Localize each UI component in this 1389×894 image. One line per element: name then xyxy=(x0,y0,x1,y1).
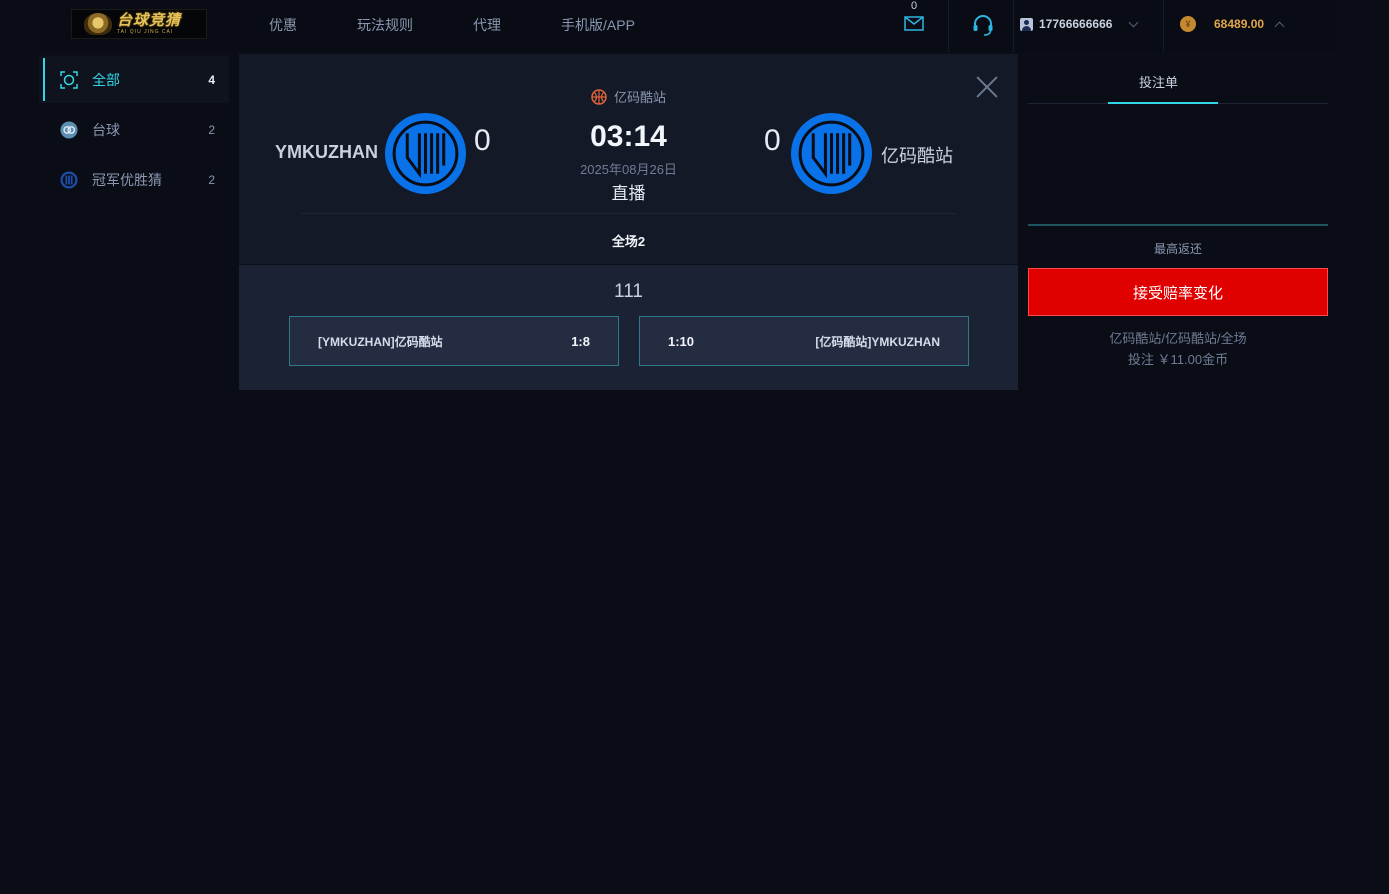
max-return-label: 最高返还 xyxy=(1153,242,1202,256)
market-title: 111 xyxy=(614,281,643,302)
sidebar-item-count: 4 xyxy=(208,72,215,87)
champion-icon xyxy=(60,170,78,189)
divider xyxy=(301,213,956,214)
sidebar-item-all[interactable]: 全部 4 xyxy=(39,56,229,103)
username: 17766666666 xyxy=(1039,17,1113,31)
away-team-name: 亿码酷站 xyxy=(881,146,953,166)
sidebar-item-count: 2 xyxy=(208,122,215,137)
billiards-icon xyxy=(60,120,78,139)
odds-option-value: 1:8 xyxy=(571,333,590,349)
bet-slip: 投注单 最高返还 接受赔率变化 亿码酷站/亿码酷站/全场 投注 ￥11.00金币 xyxy=(1028,56,1328,370)
user-menu[interactable]: 17766666666 xyxy=(1020,0,1139,48)
tab-label: 投注单 xyxy=(1139,75,1179,90)
odds-option-away[interactable]: 1:10 [亿码酷站]YMKUZHAN xyxy=(639,316,969,366)
bet-selection: 亿码酷站/亿码酷站/全场 xyxy=(1109,331,1247,346)
sidebar-item-label: 台球 xyxy=(92,121,120,138)
logo-subtitle: TAI QIU JING CAI xyxy=(117,29,174,35)
bet-summary: 亿码酷站/亿码酷站/全场 投注 ￥11.00金币 xyxy=(1028,328,1328,370)
mail-count: 0 xyxy=(910,0,918,12)
sidebar-item-label: 冠军优胜猜 xyxy=(92,171,162,188)
header-divider xyxy=(1013,0,1014,52)
header-divider xyxy=(948,0,949,52)
user-icon xyxy=(1020,17,1033,31)
nav-mobile-app[interactable]: 手机版/APP xyxy=(561,0,635,50)
headset-icon xyxy=(973,15,993,36)
bet-slip-body xyxy=(1028,104,1328,226)
league-header: 亿码酷站 xyxy=(239,87,1018,106)
sidebar-item-label: 全部 xyxy=(92,71,120,88)
odds-option-home[interactable]: [YMKUZHAN]亿码酷站 1:8 xyxy=(289,316,619,366)
sidebar-item-billiards[interactable]: 台球 2 xyxy=(39,106,229,153)
logo-emblem-icon xyxy=(84,13,112,35)
match-detail-panel: 亿码酷站 YMKUZHAN 0 03:14 2025年08月26日 直播 0 亿… xyxy=(239,54,1018,390)
away-score: 0 xyxy=(764,124,781,157)
basketball-icon xyxy=(591,88,607,105)
away-team-logo-icon xyxy=(791,113,872,194)
period-tab[interactable]: 全场2 xyxy=(239,231,1018,250)
chevron-down-icon xyxy=(1128,17,1139,27)
balance-amount: 68489.00 xyxy=(1214,17,1265,31)
all-icon xyxy=(60,70,78,89)
coin-icon: ¥ xyxy=(1180,16,1196,32)
odds-market: 111 [YMKUZHAN]亿码酷站 1:8 1:10 [亿码酷站]YMKUZH… xyxy=(239,264,1018,390)
nav-rules[interactable]: 玩法规则 xyxy=(357,0,413,50)
tab-bet-slip[interactable]: 投注单 xyxy=(1028,56,1328,104)
sidebar-item-count: 2 xyxy=(208,172,215,187)
category-sidebar: 全部 4 台球 2 冠军优胜猜 2 xyxy=(39,56,229,206)
odds-option-label: [亿码酷站]YMKUZHAN xyxy=(815,334,940,349)
chevron-up-icon xyxy=(1274,21,1285,31)
live-status: 直播 xyxy=(611,184,646,203)
mail-icon xyxy=(904,16,924,31)
nav-promotions[interactable]: 优惠 xyxy=(269,0,297,50)
top-header: 台球竞猜 TAI QIU JING CAI 优惠 玩法规则 代理 手机版/APP… xyxy=(38,0,1338,52)
odds-option-label: [YMKUZHAN]亿码酷站 xyxy=(318,334,443,349)
site-logo[interactable]: 台球竞猜 TAI QIU JING CAI xyxy=(71,9,207,39)
odds-option-value: 1:10 xyxy=(668,333,695,349)
league-name: 亿码酷站 xyxy=(613,90,666,105)
nav-agent[interactable]: 代理 xyxy=(473,0,501,50)
header-divider xyxy=(1163,0,1164,52)
bet-stake: 投注 ￥11.00金币 xyxy=(1127,352,1229,367)
logo-title: 台球竞猜 xyxy=(117,12,182,29)
sidebar-item-champion[interactable]: 冠军优胜猜 2 xyxy=(39,156,229,203)
accept-odds-change-button[interactable]: 接受赔率变化 xyxy=(1028,268,1328,316)
customer-service-button[interactable] xyxy=(971,13,995,42)
mail-button[interactable]: 0 xyxy=(901,0,927,40)
balance-menu[interactable]: ¥ 68489.00 xyxy=(1180,0,1285,48)
